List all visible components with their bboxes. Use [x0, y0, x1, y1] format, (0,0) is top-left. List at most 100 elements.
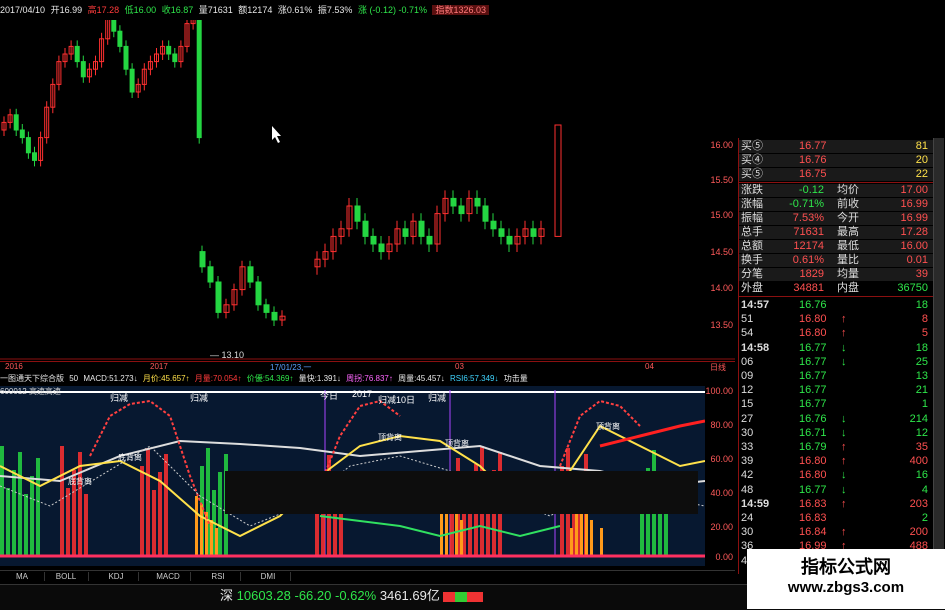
stat-label: 涨幅 [741, 198, 763, 210]
candle-body [474, 197, 481, 207]
tab-kdj[interactable]: KDJ [94, 572, 139, 581]
inner-value: 36750 [897, 282, 928, 294]
tick-price: 16.77 [799, 384, 827, 397]
price-candlestick-chart[interactable] [0, 20, 735, 360]
stat-label: 涨跌 [741, 184, 763, 196]
outer-label: 外盘 [741, 282, 763, 294]
ask-row[interactable]: 买④ 16.76 20 [739, 154, 934, 167]
mini-bars-icon [443, 591, 484, 602]
stat-label: 分笔 [741, 268, 763, 280]
volume-bar [585, 512, 588, 556]
tab-dmi[interactable]: DMI [246, 572, 291, 581]
header-index-badge[interactable]: 指数1326.03 [432, 5, 490, 15]
indicator-week-vol: 周量:45.457↓ [398, 374, 445, 383]
histogram-bar [18, 452, 22, 556]
tick-row: 54 16.80 ↑ 5 [739, 327, 934, 340]
time-tick: 2016 [5, 362, 23, 371]
candle-body [196, 20, 202, 139]
candle-body [74, 45, 80, 63]
indicator-fast: 功击量 [503, 374, 528, 383]
price-tick: 15.50 [710, 175, 733, 185]
tick-time: 14:59 [741, 497, 770, 510]
market-index-status[interactable]: 深 10603.28 -66.20 -0.62% 3461.69亿 [220, 585, 484, 607]
ask-volume: 20 [915, 154, 928, 166]
volume-bar [590, 520, 593, 556]
tab-boll[interactable]: BOLL [44, 572, 89, 581]
histogram-bar [60, 446, 64, 556]
tick-row: 30 16.84 ↑ 200 [739, 526, 934, 539]
tick-price: 16.77 [799, 341, 827, 354]
watermark-title: 指标公式网 [801, 557, 891, 577]
histogram-bar [164, 454, 168, 556]
stat-label: 量比 [837, 254, 859, 266]
tick-volume: 21 [915, 384, 928, 397]
tick-time: 14:57 [741, 299, 770, 311]
index-pct: -0.62% [335, 588, 377, 603]
header-close: 收16.87 [161, 5, 194, 15]
low-price-label: — 13.10 [210, 350, 245, 360]
stat-value: 39 [915, 268, 928, 280]
ask-volume: 81 [915, 140, 928, 152]
mouse-cursor-icon [272, 126, 281, 143]
watermark-logo: 指标公式网 www.zbgs3.com [747, 549, 945, 609]
tick-row: 33 16.79 ↑ 35 [739, 441, 934, 454]
price-axis: 16.00 15.50 15.00 14.50 14.00 13.50 [705, 130, 735, 360]
tick-volume: 35 [915, 441, 928, 453]
histogram-bar [6, 488, 10, 556]
tick-row: 06 16.77 ↓ 25 [739, 356, 934, 369]
stat-row: 涨幅 -0.71% 前收 16.99 [739, 198, 934, 211]
candle-body [426, 235, 433, 245]
indicator-tech: 周拐:76.837↑ [346, 374, 393, 383]
ind-label: 归减 [190, 393, 209, 403]
tab-rsi[interactable]: RSI [196, 572, 241, 581]
ask-row[interactable]: 买⑤ 16.75 22 [739, 168, 934, 181]
tick-price: 16.80 [799, 469, 827, 482]
ind-label: 归减 [428, 393, 447, 403]
candle-body [123, 45, 129, 70]
tick-time: 30 [741, 526, 754, 539]
candle-body [19, 129, 25, 139]
time-tick: 04 [645, 362, 654, 371]
stat-label: 前收 [837, 198, 859, 210]
outer-inner-row: 外盘 34881 内盘 36750 [739, 282, 934, 295]
scrollbar[interactable] [933, 138, 944, 574]
tick-price: 16.71 [799, 426, 827, 439]
candle-body [506, 235, 513, 245]
stat-label: 换手 [741, 254, 763, 266]
candle-body [402, 228, 409, 237]
tick-price: 16.76 [799, 299, 827, 311]
stat-value: 71631 [793, 226, 824, 238]
index-value: 10603.28 [236, 588, 291, 603]
stat-row: 总额 12174 最低 16.00 [739, 240, 934, 253]
stat-value: 16.00 [900, 240, 928, 252]
volume-bar [600, 528, 603, 556]
candle-body [172, 53, 178, 63]
tick-row: 14:57 16.76 18 [739, 299, 934, 312]
tick-row: 09 16.77 13 [739, 370, 934, 383]
header-low: 低16.00 [124, 5, 157, 15]
candle-body [32, 152, 37, 161]
price-tick: 13.50 [710, 320, 733, 330]
tick-volume: 12 [915, 426, 928, 439]
volume-bar [195, 496, 198, 556]
volume-bar [210, 520, 213, 556]
stat-value: 17.00 [900, 184, 928, 196]
candle-body [482, 205, 489, 222]
candle-body [498, 228, 505, 237]
candle-body [378, 243, 385, 253]
period-label[interactable]: 日线 [710, 362, 726, 373]
tick-price: 16.80 [799, 313, 827, 326]
stat-label: 总手 [741, 226, 763, 238]
tick-row: 42 16.80 ↓ 16 [739, 469, 934, 482]
candle-body [354, 205, 361, 222]
stat-value: 0.01 [906, 254, 928, 266]
tab-ma[interactable]: MA [0, 572, 45, 581]
ask-row[interactable]: 买⑤ 16.77 81 [739, 140, 934, 153]
indicator-name[interactable]: 一图通天下综合版 [0, 374, 64, 383]
tab-macd[interactable]: MACD [146, 572, 191, 581]
tick-row: 14:59 16.83 ↑ 203 [739, 498, 934, 511]
tick-row: 15 16.77 1 [739, 398, 934, 411]
volume-bar [455, 512, 458, 556]
tick-time: 12 [741, 384, 754, 397]
tick-row: 27 16.76 ↓ 214 [739, 413, 934, 426]
